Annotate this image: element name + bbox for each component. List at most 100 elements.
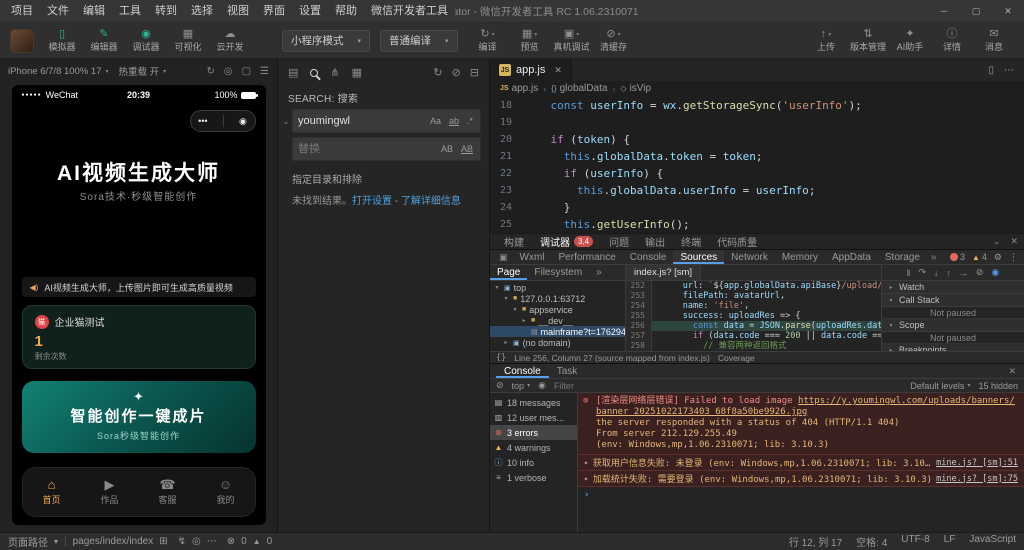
- filter-info[interactable]: ⓘ10 info: [490, 455, 577, 470]
- eol-setting[interactable]: LF: [944, 534, 956, 549]
- match-case-toggle[interactable]: Aa: [428, 115, 443, 127]
- search-input[interactable]: [293, 115, 428, 127]
- filter-all-messages[interactable]: ▤18 messages: [490, 395, 577, 410]
- replace-input[interactable]: [293, 143, 439, 155]
- file-tab-indexjs[interactable]: index.js? [sm]: [626, 265, 701, 280]
- chevron-down-icon[interactable]: ⌄: [993, 236, 1001, 247]
- preview-button[interactable]: ▦▾预览: [510, 24, 550, 58]
- call-stack-section[interactable]: ▾Call Stack: [882, 294, 1024, 307]
- gear-icon[interactable]: ⚙: [994, 252, 1002, 263]
- expand-arrow-icon[interactable]: ▸: [584, 458, 589, 467]
- clear-icon[interactable]: ⊘: [452, 66, 461, 79]
- menu-icon[interactable]: ☰: [260, 66, 269, 77]
- rotate-icon[interactable]: ↻: [206, 66, 214, 77]
- collapse-icon[interactable]: ⊟: [470, 66, 479, 79]
- eye-icon[interactable]: ◉: [538, 380, 546, 391]
- pause-on-exceptions-icon[interactable]: ◉: [991, 267, 999, 278]
- page-path-selector[interactable]: 页面路径 ▾ | pages/index/index ⊞: [8, 534, 168, 549]
- extensions-icon[interactable]: ▦: [352, 66, 362, 79]
- warning-indicator[interactable]: ▲4: [972, 252, 987, 262]
- filter-warnings[interactable]: ▲4 warnings: [490, 440, 577, 455]
- tab-profile[interactable]: ☺我的: [197, 468, 255, 516]
- more-actions-icon[interactable]: ⋯: [1004, 65, 1014, 76]
- close-tab-icon[interactable]: ✕: [554, 65, 562, 76]
- menubar-item[interactable]: 选择: [184, 0, 220, 22]
- error-indicator[interactable]: 3: [950, 252, 965, 262]
- capsule-more-icon[interactable]: •••: [198, 116, 207, 126]
- breadcrumb-item[interactable]: {}globalData: [551, 83, 607, 94]
- source-control-icon[interactable]: ⋔: [330, 66, 339, 79]
- menubar-item[interactable]: 转到: [148, 0, 184, 22]
- tab-build[interactable]: 构建: [496, 234, 532, 249]
- console-filter-input[interactable]: [554, 381, 902, 391]
- source-location-link[interactable]: mine.js? [sm]:51: [936, 458, 1018, 468]
- menubar-item[interactable]: 设置: [292, 0, 328, 22]
- tab-terminal[interactable]: 终端: [673, 234, 709, 249]
- menubar-item[interactable]: 界面: [256, 0, 292, 22]
- toggle-replace-chevron[interactable]: ⌄: [281, 109, 291, 161]
- whole-word-toggle[interactable]: ab: [447, 115, 461, 127]
- context-select[interactable]: top ▾: [512, 381, 531, 391]
- step-into-icon[interactable]: ↓: [934, 268, 939, 278]
- compile-button[interactable]: ↻▾编译: [468, 24, 508, 58]
- tree-item[interactable]: ▾■127.0.0.1:63712: [490, 293, 625, 304]
- refresh-icon[interactable]: ↻: [433, 66, 442, 79]
- replace-toggle[interactable]: AB: [439, 143, 455, 155]
- expand-arrow-icon[interactable]: ▸: [584, 474, 589, 483]
- tree-item[interactable]: ▸■__dev__: [490, 315, 625, 326]
- version-control-button[interactable]: ⇅版本管理: [848, 24, 888, 58]
- step-icon[interactable]: →: [959, 268, 968, 278]
- breakpoints-section[interactable]: ▸Breakpoints: [882, 344, 1024, 351]
- open-settings-link[interactable]: 打开设置: [352, 196, 392, 207]
- devtools-tab-wxml[interactable]: Wxml: [513, 250, 552, 264]
- capsule-close-icon[interactable]: ◉: [239, 116, 247, 127]
- devtools-tab-console[interactable]: Console: [623, 250, 674, 264]
- fullscreen-icon[interactable]: ▢: [242, 66, 251, 77]
- split-editor-icon[interactable]: ▯: [988, 65, 994, 76]
- clear-cache-button[interactable]: ⊘▾清缓存: [594, 24, 634, 58]
- details-button[interactable]: ⓘ详情: [932, 24, 972, 58]
- encoding-setting[interactable]: UTF-8: [901, 534, 929, 549]
- replace-all-toggle[interactable]: AB: [459, 143, 475, 155]
- messages-button[interactable]: ✉消息: [974, 24, 1014, 58]
- tab-code-quality[interactable]: 代码质量: [709, 234, 765, 249]
- upload-button[interactable]: ↑▾上传: [806, 24, 846, 58]
- language-mode[interactable]: JavaScript: [969, 534, 1016, 549]
- search-icon[interactable]: [310, 69, 318, 77]
- menubar-item[interactable]: 项目: [4, 0, 40, 22]
- cursor-position[interactable]: 行 12, 列 17: [789, 534, 842, 549]
- editor-button[interactable]: ✎编辑器: [84, 24, 124, 58]
- mode-select[interactable]: 小程序模式 ▾: [282, 30, 370, 52]
- hot-reload-toggle[interactable]: 热重载 开 ▾: [119, 64, 167, 78]
- cloud-dev-button[interactable]: ☁云开发: [210, 24, 250, 58]
- tree-item[interactable]: ▾▣top: [490, 282, 625, 293]
- scope-section[interactable]: ▾Scope: [882, 319, 1024, 332]
- menubar-item[interactable]: 编辑: [76, 0, 112, 22]
- devtools-tab-appdata[interactable]: AppData: [825, 250, 878, 264]
- devtools-tab-storage[interactable]: Storage: [878, 250, 927, 264]
- tab-debugger[interactable]: 调试器3,4: [532, 234, 601, 249]
- source-location-link[interactable]: mine.js? [sm]:75: [936, 474, 1018, 484]
- devtools-tab-performance[interactable]: Performance: [552, 250, 623, 264]
- visualization-button[interactable]: ▦可视化: [168, 24, 208, 58]
- maximize-button[interactable]: ▢: [960, 0, 992, 22]
- stats-card[interactable]: 猫 企业猫测试 1 剩余次数: [22, 305, 256, 369]
- devtools-tab-memory[interactable]: Memory: [775, 250, 825, 264]
- problems-counter[interactable]: ⊗ 0 ▲ 0: [227, 536, 272, 547]
- device-selector[interactable]: iPhone 6/7/8 100% 17 ▾: [8, 66, 109, 77]
- minimize-button[interactable]: ─: [928, 0, 960, 22]
- sources-code-view[interactable]: 252 url: `${app.globalData.apiBase}/uplo…: [626, 281, 882, 351]
- learn-more-link[interactable]: 了解详细信息: [401, 196, 461, 207]
- capsule-menu[interactable]: ••• ◉: [190, 110, 256, 132]
- editor-tab-appjs[interactable]: JS app.js ✕: [490, 59, 572, 81]
- filter-user-messages[interactable]: ▥12 user mes...: [490, 410, 577, 425]
- resume-icon[interactable]: ‖: [907, 268, 911, 278]
- watch-section[interactable]: ▸Watch: [882, 281, 1024, 294]
- compile-mode-select[interactable]: 普通编译 ▾: [380, 30, 458, 52]
- log-levels-select[interactable]: Default levels ▾: [910, 381, 970, 391]
- console-tab-task[interactable]: Task: [549, 364, 586, 378]
- search-dirs-label[interactable]: 指定目录和排除: [278, 161, 489, 188]
- regex-toggle[interactable]: .*: [465, 115, 475, 127]
- code-editor[interactable]: 18 const userInfo = wx.getStorageSync('u…: [490, 96, 1024, 233]
- remote-debug-button[interactable]: ▣▾真机调试: [552, 24, 592, 58]
